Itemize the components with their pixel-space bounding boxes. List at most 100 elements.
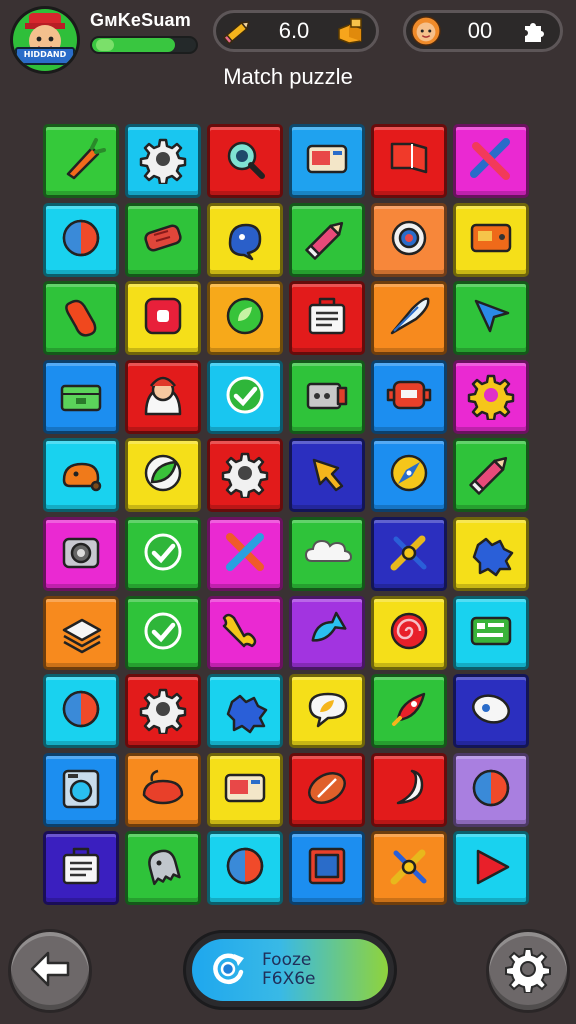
- board-tile[interactable]: [453, 831, 529, 906]
- ball-icon: [220, 841, 270, 895]
- board-tile[interactable]: [125, 516, 201, 591]
- board-tile[interactable]: [453, 359, 529, 434]
- board-tile[interactable]: [289, 595, 365, 670]
- board-tile[interactable]: [125, 202, 201, 277]
- play-icon: [466, 841, 516, 895]
- ghost-icon: [138, 841, 188, 895]
- ring-icon: [384, 213, 434, 267]
- creature-icon: [220, 213, 270, 267]
- board-tile[interactable]: [289, 438, 365, 513]
- board-tile[interactable]: [289, 359, 365, 434]
- board-tile[interactable]: [125, 438, 201, 513]
- board-tile[interactable]: [207, 595, 283, 670]
- main-button-line-2: F6X6e: [262, 969, 316, 989]
- board-tile[interactable]: [125, 674, 201, 749]
- board-tile[interactable]: [207, 831, 283, 906]
- board-tile[interactable]: [371, 124, 447, 198]
- board-tile[interactable]: [125, 752, 201, 827]
- machine-icon: [302, 370, 352, 424]
- sun-gear-icon: [466, 370, 516, 424]
- board-tile[interactable]: [453, 516, 529, 591]
- coins-counter[interactable]: 6.0: [213, 10, 379, 52]
- check-icon: [138, 527, 188, 581]
- board-tile[interactable]: [207, 281, 283, 356]
- board-tile[interactable]: [43, 516, 119, 591]
- board-tile[interactable]: [207, 124, 283, 198]
- carrot-icon: [56, 134, 106, 188]
- board-tile[interactable]: [43, 281, 119, 356]
- board-tile[interactable]: [125, 359, 201, 434]
- board-tile[interactable]: [43, 752, 119, 827]
- board-tile[interactable]: [207, 202, 283, 277]
- swoosh-icon: [384, 763, 434, 817]
- board-tile[interactable]: [371, 202, 447, 277]
- splat-icon: [466, 527, 516, 581]
- board-tile[interactable]: [371, 438, 447, 513]
- board-tile[interactable]: [371, 359, 447, 434]
- swirl-icon: [384, 606, 434, 660]
- lives-counter[interactable]: 00: [403, 10, 563, 52]
- board-tile[interactable]: [43, 359, 119, 434]
- board-tile[interactable]: [125, 831, 201, 906]
- main-action-button[interactable]: Fooze F6X6e: [183, 930, 397, 1010]
- arrow-icon: [302, 448, 352, 502]
- log-icon: [138, 213, 188, 267]
- bean-icon: [56, 291, 106, 345]
- settings-button[interactable]: [486, 929, 570, 1013]
- fish-icon: [302, 606, 352, 660]
- xp-progress-bar: [90, 36, 198, 54]
- board-tile[interactable]: [289, 516, 365, 591]
- magnifier-icon: [220, 134, 270, 188]
- back-button[interactable]: [8, 929, 92, 1013]
- swords-icon: [384, 527, 434, 581]
- board-tile[interactable]: [289, 831, 365, 906]
- board-tile[interactable]: [43, 124, 119, 198]
- board-tile[interactable]: [371, 516, 447, 591]
- board-tile[interactable]: [453, 595, 529, 670]
- board-tile[interactable]: [371, 831, 447, 906]
- board-tile[interactable]: [207, 516, 283, 591]
- board-tile[interactable]: [43, 831, 119, 906]
- board-tile[interactable]: [371, 595, 447, 670]
- board-tile[interactable]: [453, 124, 529, 198]
- refresh-icon: [208, 948, 248, 992]
- board-tile[interactable]: [125, 595, 201, 670]
- cloud-icon: [302, 527, 353, 581]
- board-tile[interactable]: [453, 202, 529, 277]
- card-icon: [220, 763, 270, 817]
- box-icon: [466, 213, 516, 267]
- board-tile[interactable]: [43, 674, 119, 749]
- cross-swords-icon: [466, 134, 516, 188]
- board-tile[interactable]: [207, 438, 283, 513]
- board-tile[interactable]: [43, 595, 119, 670]
- board-icon: [466, 606, 516, 660]
- board-tile[interactable]: [207, 359, 283, 434]
- board-tile[interactable]: [453, 281, 529, 356]
- board-tile[interactable]: [289, 674, 365, 749]
- board-tile[interactable]: [453, 752, 529, 827]
- ball-icon: [56, 684, 106, 738]
- board-tile[interactable]: [453, 438, 529, 513]
- board-tile[interactable]: [207, 752, 283, 827]
- board-tile[interactable]: [289, 281, 365, 356]
- board-tile[interactable]: [207, 674, 283, 749]
- main-button-line-1: Fooze: [262, 950, 312, 970]
- board-tile[interactable]: [371, 281, 447, 356]
- board-tile[interactable]: [125, 124, 201, 198]
- board-tile[interactable]: [43, 202, 119, 277]
- ball-icon: [56, 213, 106, 267]
- xp-progress-knob: [96, 39, 114, 51]
- board-tile[interactable]: [371, 674, 447, 749]
- board-tile[interactable]: [289, 202, 365, 277]
- board-tile[interactable]: [43, 438, 119, 513]
- board-tile[interactable]: [289, 124, 365, 198]
- swords-icon: [384, 841, 434, 895]
- board-tile[interactable]: [289, 752, 365, 827]
- board-tile[interactable]: [371, 752, 447, 827]
- leaf-icon: [138, 448, 188, 502]
- board-tile[interactable]: [453, 674, 529, 749]
- lives-value: 00: [467, 18, 493, 43]
- board-tile[interactable]: [125, 281, 201, 356]
- robot-icon: [384, 370, 434, 424]
- football-icon: [302, 763, 352, 817]
